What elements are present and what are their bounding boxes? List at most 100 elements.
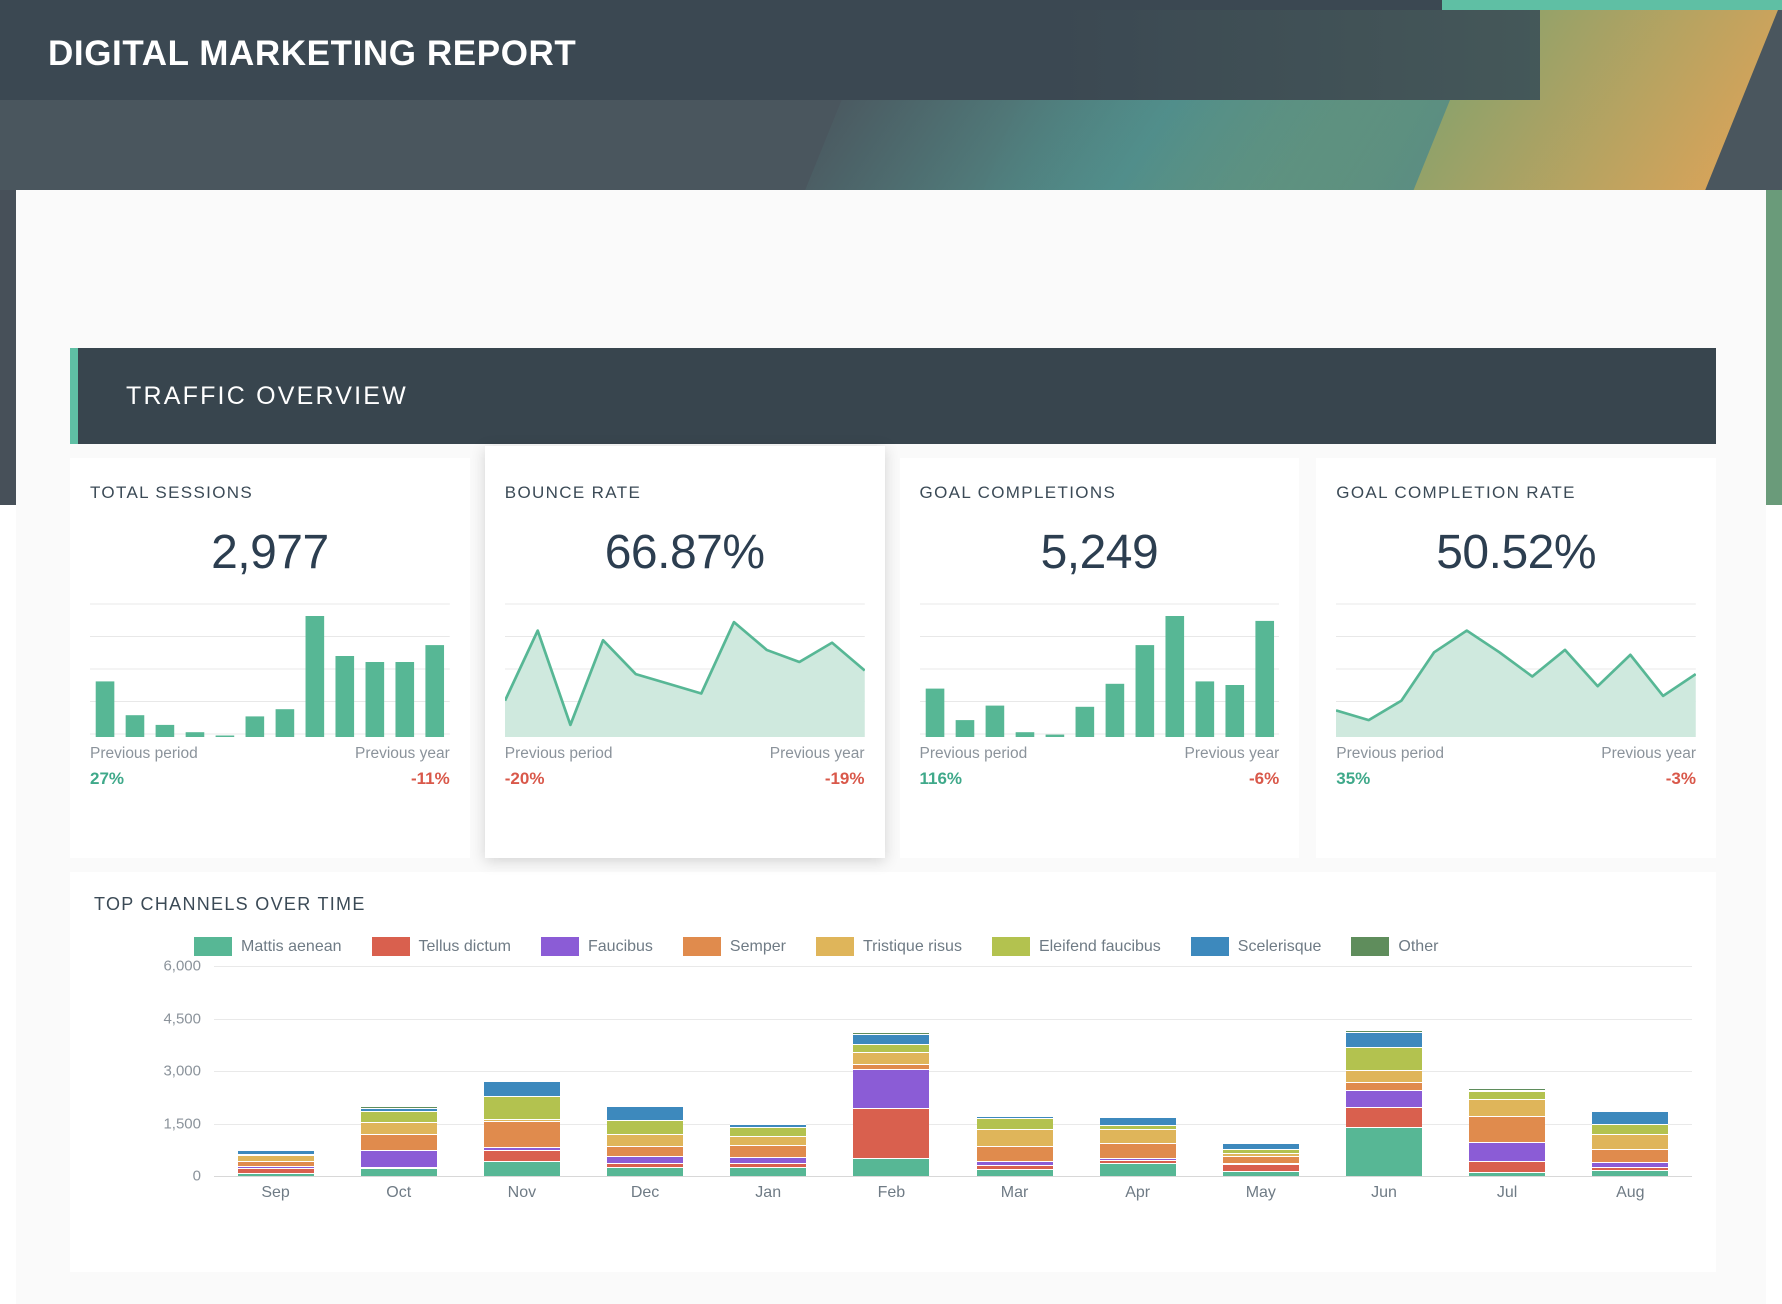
chart-bar-segment [1346, 1127, 1422, 1176]
kpi-card[interactable]: BOUNCE RATE66.87%Previous period-20%Prev… [485, 446, 885, 858]
legend-swatch-icon [541, 937, 579, 956]
chart-bar-segment [1346, 1082, 1422, 1090]
kpi-comparison-value: 35% [1336, 769, 1444, 789]
legend-swatch-icon [372, 937, 410, 956]
kpi-comparison-footer: Previous period-20% Previous year -19% [505, 745, 865, 789]
chart-bar-segment [977, 1118, 1053, 1130]
y-axis-tick-label: 6,000 [101, 958, 201, 975]
y-axis-tick-label: 4,500 [101, 1010, 201, 1027]
kpi-value: 5,249 [920, 525, 1280, 580]
chart-gridline [214, 1176, 1692, 1177]
legend-item[interactable]: Faucibus [541, 937, 653, 956]
chart-bar-column[interactable] [607, 1105, 683, 1176]
kpi-comparison-value: -19% [825, 769, 865, 789]
legend-label: Faucibus [588, 938, 653, 956]
chart-bar-segment [1346, 1047, 1422, 1069]
chart-bar-segment [1100, 1143, 1176, 1158]
chart-bar-segment [1469, 1091, 1545, 1099]
kpi-comparison-label: Previous period [920, 745, 1028, 763]
kpi-comparison-label: Previous year [770, 745, 865, 763]
kpi-comparison-prev-year: Previous year-3% [1601, 745, 1696, 789]
chart-bar-segment [1346, 1032, 1422, 1047]
kpi-label: BOUNCE RATE [505, 483, 865, 503]
kpi-comparison-label: Previous period [1336, 745, 1444, 763]
chart-bar-segment [730, 1136, 806, 1144]
chart-bar-segment [361, 1150, 437, 1166]
kpi-comparison-value: -11% [411, 769, 450, 789]
legend-item[interactable]: Semper [683, 937, 786, 956]
chart-bar-column[interactable] [484, 1080, 560, 1176]
kpi-comparison-value: -20% [505, 769, 613, 789]
kpi-comparison-label: Previous year [1184, 745, 1279, 763]
legend-item[interactable]: Other [1351, 937, 1438, 956]
chart-bar-segment [484, 1121, 560, 1148]
chart-bar-segment [361, 1111, 437, 1122]
chart-bar-segment [730, 1167, 806, 1176]
chart-plot: 6,0004,5003,0001,5000 SepOctNovDecJanFeb… [94, 966, 1692, 1216]
chart-bar-segment [1592, 1111, 1668, 1124]
kpi-label: GOAL COMPLETION RATE [1336, 483, 1696, 503]
kpi-comparison-label: Previous year [355, 745, 450, 763]
kpi-sparkline-area [505, 602, 865, 737]
legend-item[interactable]: Eleifend faucibus [992, 937, 1161, 956]
legend-label: Other [1398, 938, 1438, 956]
kpi-value: 2,977 [90, 525, 450, 580]
chart-bar-segment [607, 1167, 683, 1176]
legend-label: Scelerisque [1238, 938, 1322, 956]
chart-bar-column[interactable] [1469, 1088, 1545, 1176]
legend-item[interactable]: Tristique risus [816, 937, 962, 956]
kpi-comparison-prev-period: Previous period116% [920, 745, 1028, 789]
chart-bar-column[interactable] [1100, 1116, 1176, 1176]
y-axis-tick-label: 3,000 [101, 1063, 201, 1080]
chart-bar-segment [977, 1169, 1053, 1176]
chart-bar-segment [1223, 1156, 1299, 1163]
kpi-sparkline-bar [920, 602, 1280, 737]
chart-bar-segment [730, 1157, 806, 1164]
chart-bar-column[interactable] [977, 1115, 1053, 1176]
kpi-card[interactable]: TOTAL SESSIONS2,977Previous period27%Pre… [70, 458, 470, 858]
chart-bar-segment [484, 1161, 560, 1176]
kpi-card[interactable]: GOAL COMPLETIONS5,249Previous period116%… [900, 458, 1300, 858]
chart-bar-column[interactable] [853, 1032, 929, 1176]
kpi-comparison-prev-period: Previous period27% [90, 745, 198, 789]
kpi-card-row: TOTAL SESSIONS2,977Previous period27%Pre… [70, 458, 1716, 858]
chart-bar-column[interactable] [238, 1149, 314, 1176]
kpi-comparison-footer: Previous period116% Previous year-6% [920, 745, 1280, 789]
legend-swatch-icon [992, 937, 1030, 956]
chart-bar-segment [484, 1081, 560, 1096]
legend-item[interactable]: Scelerisque [1191, 937, 1322, 956]
x-axis-tick-label: May [1223, 1184, 1299, 1202]
page-title: DIGITAL MARKETING REPORT [48, 34, 576, 74]
kpi-card[interactable]: GOAL COMPLETION RATE50.52%Previous perio… [1316, 458, 1716, 858]
chart-bar-segment [361, 1134, 437, 1150]
hero-title-bar-fade [660, 10, 1540, 100]
chart-bar-column[interactable] [1592, 1110, 1668, 1176]
chart-bar-segment [1346, 1107, 1422, 1127]
legend-label: Semper [730, 938, 786, 956]
kpi-comparison-prev-period: Previous period-20% [505, 745, 613, 789]
chart-bar-segment [1469, 1116, 1545, 1142]
chart-bar-segment [607, 1134, 683, 1146]
chart-bar-segment [853, 1052, 929, 1064]
chart-x-axis: SepOctNovDecJanFebMarAprMayJunJulAug [214, 1184, 1692, 1202]
kpi-comparison-footer: Previous period27% Previous year -11% [90, 745, 450, 789]
chart-bar-column[interactable] [1223, 1142, 1299, 1176]
chart-bar-segment [484, 1150, 560, 1162]
y-axis-tick-label: 1,500 [101, 1115, 201, 1132]
chart-bar-column[interactable] [361, 1106, 437, 1176]
kpi-comparison-prev-year: Previous year-6% [1184, 745, 1279, 789]
kpi-sparkline-bar [90, 602, 450, 737]
legend-swatch-icon [1351, 937, 1389, 956]
chart-bar-column[interactable] [1346, 1030, 1422, 1176]
legend-label: Eleifend faucibus [1039, 938, 1161, 956]
chart-bar-segment [730, 1145, 806, 1157]
legend-item[interactable]: Tellus dictum [372, 937, 511, 956]
legend-item[interactable]: Mattis aenean [194, 937, 342, 956]
chart-bar-segment [1469, 1099, 1545, 1117]
chart-y-axis: 6,0004,5003,0001,5000 [94, 966, 209, 1176]
chart-bar-column[interactable] [730, 1123, 806, 1176]
kpi-label: TOTAL SESSIONS [90, 483, 450, 503]
x-axis-tick-label: Oct [361, 1184, 437, 1202]
chart-bar-segment [484, 1096, 560, 1119]
chart-bar-segment [977, 1146, 1053, 1161]
